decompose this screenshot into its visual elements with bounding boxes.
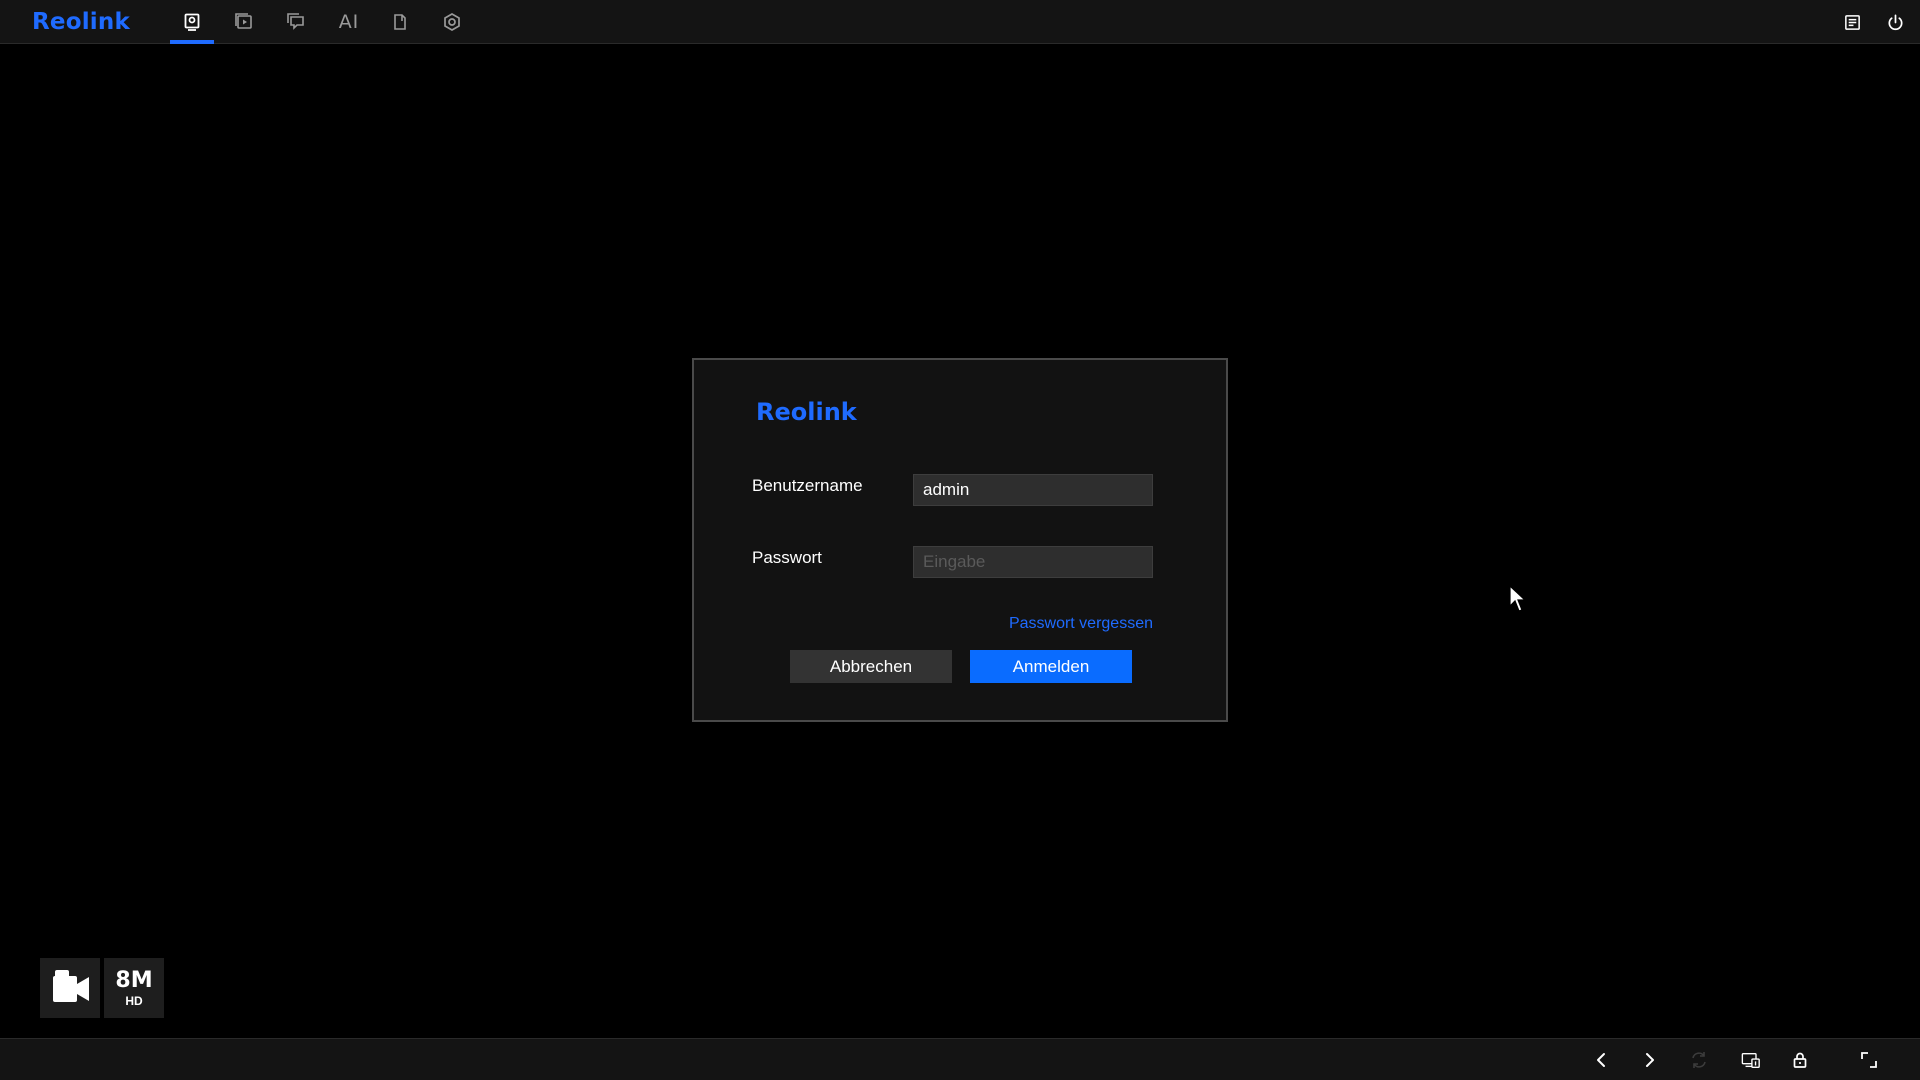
login-button[interactable]: Anmelden	[970, 650, 1132, 683]
resolution-sub: HD	[125, 993, 143, 1008]
password-input[interactable]	[913, 546, 1153, 578]
video-camera-icon	[40, 958, 100, 1018]
chevron-left-icon[interactable]	[1589, 1048, 1613, 1072]
swap-icon[interactable]	[1687, 1048, 1711, 1072]
password-label: Passwort	[752, 548, 822, 567]
chevron-right-icon[interactable]	[1638, 1048, 1662, 1072]
active-tab-indicator	[170, 40, 214, 44]
playback-icon[interactable]	[231, 9, 257, 35]
notes-icon[interactable]	[1840, 10, 1864, 34]
top-bar: Reolink AI	[0, 0, 1920, 44]
login-dialog: Reolink Benutzername Passwort Passwort v…	[692, 358, 1228, 722]
settings-icon[interactable]	[439, 9, 465, 35]
messages-icon[interactable]	[283, 9, 309, 35]
power-icon[interactable]	[1883, 10, 1907, 34]
cancel-button[interactable]: Abbrechen	[790, 650, 952, 683]
lock-icon[interactable]	[1788, 1048, 1812, 1072]
brand-logo: Reolink	[32, 9, 130, 35]
live-view-icon[interactable]	[179, 9, 205, 35]
username-label: Benutzername	[752, 476, 863, 495]
mouse-cursor-icon	[1509, 584, 1527, 612]
resolution-badge: 8M HD	[104, 958, 164, 1018]
resolution-value: 8M	[115, 967, 153, 993]
bottom-bar	[0, 1038, 1920, 1080]
fullscreen-icon[interactable]	[1857, 1048, 1881, 1072]
dialog-logo: Reolink	[756, 398, 857, 426]
ai-icon[interactable]: AI	[336, 9, 362, 35]
forgot-password-link[interactable]: Passwort vergessen	[1009, 615, 1153, 633]
username-input[interactable]	[913, 474, 1153, 506]
screen-layout-icon[interactable]	[1739, 1048, 1763, 1072]
file-search-icon[interactable]	[387, 9, 413, 35]
